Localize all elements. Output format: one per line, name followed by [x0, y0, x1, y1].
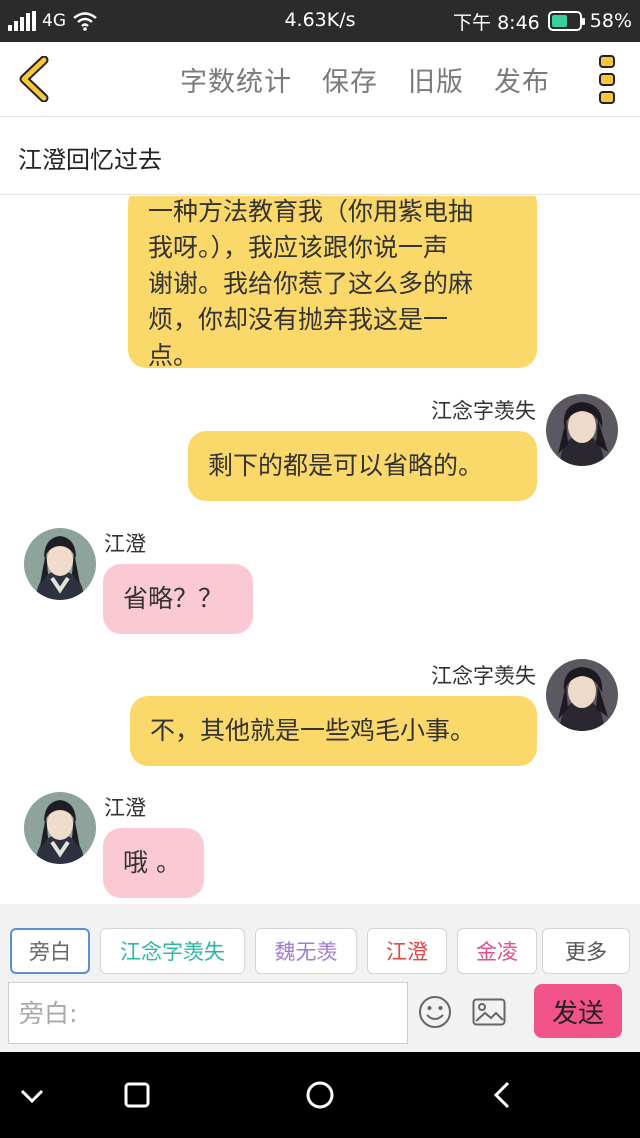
chevron-left-icon[interactable] [14, 56, 54, 102]
chevron-down-icon[interactable] [14, 1077, 50, 1113]
message-bubble[interactable]: 不，其他就是一些鸡毛小事。 [130, 696, 537, 766]
story-title[interactable]: 江澄回忆过去 [18, 140, 162, 175]
message-bubble[interactable]: 剩下的都是可以省略的。 [188, 431, 537, 501]
image-icon[interactable] [472, 998, 506, 1026]
role-more-button[interactable]: 更多 [542, 928, 630, 974]
avatar[interactable] [546, 394, 618, 466]
avatar-image [24, 528, 96, 600]
input-row: 发送 [0, 976, 640, 1052]
message-text: 剩下的都是可以省略的。 [208, 451, 484, 480]
battery-icon [547, 11, 585, 31]
back-triangle-icon[interactable] [486, 1077, 522, 1113]
message-text: 不，其他就是一些鸡毛小事。 [150, 716, 476, 745]
editor-toolbar: 字数统计 保存 旧版 发布 [0, 42, 640, 117]
message-text: 哦 。 [123, 848, 181, 877]
word-count-button[interactable]: 字数统计 [180, 60, 292, 99]
avatar-image [546, 659, 618, 731]
publish-button[interactable]: 发布 [494, 60, 550, 99]
role-jin-ling[interactable]: 金凌 [457, 928, 537, 974]
avatar[interactable] [24, 792, 96, 864]
status-right: 下午 8:46 58% [453, 0, 632, 42]
save-button[interactable]: 保存 [322, 60, 378, 99]
avatar[interactable] [24, 528, 96, 600]
sender-name: 江念字羡失 [431, 664, 536, 688]
send-button[interactable]: 发送 [534, 984, 622, 1038]
message-input[interactable] [8, 982, 408, 1044]
sender-name: 江念字羡失 [431, 399, 536, 423]
avatar[interactable] [546, 659, 618, 731]
smiley-icon[interactable] [418, 995, 452, 1029]
avatar-image [24, 792, 96, 864]
more-vertical-icon[interactable] [598, 54, 616, 106]
sender-name: 江澄 [104, 532, 146, 556]
role-narrator[interactable]: 旁白 [10, 928, 90, 974]
story-title-bar: 江澄回忆过去 [0, 118, 640, 195]
avatar-image [546, 394, 618, 466]
message-text: 省略？？ [123, 584, 224, 613]
status-bar: 4G 4.63K/s 下午 8:46 58% [0, 0, 640, 42]
sender-name: 江澄 [104, 796, 146, 820]
system-nav-bar [0, 1052, 640, 1138]
role-selector: 旁白 江念字羡失 魏无羡 江澄 金凌 更多 [0, 904, 640, 976]
circle-icon[interactable] [302, 1077, 338, 1113]
clock: 下午 8:46 [453, 11, 540, 34]
message-bubble[interactable]: 哦 。 [103, 828, 204, 898]
old-version-button[interactable]: 旧版 [408, 60, 464, 99]
message-line: 谢谢。我给你惹了这么多的麻 [148, 269, 474, 298]
role-jiang-nian[interactable]: 江念字羡失 [100, 928, 245, 974]
message-line: 烦，你却没有抛弃我这是一 [148, 305, 449, 334]
message-line: 我呀。），我应该跟你说一声 [148, 233, 449, 262]
role-wei-wuxian[interactable]: 魏无羡 [255, 928, 357, 974]
message-bubble[interactable]: 省略？？ [103, 564, 253, 634]
message-line: 点。 [148, 341, 199, 370]
message-bubble[interactable]: 一种方法教育我（你用紫电抽 我呀。），我应该跟你说一声 谢谢。我给你惹了这么多的… [128, 196, 537, 370]
battery-percent: 58% [589, 10, 632, 32]
message-line: 一种方法教育我（你用紫电抽 [148, 197, 474, 226]
square-icon[interactable] [119, 1077, 155, 1113]
chat-area[interactable]: 一种方法教育我（你用紫电抽 我呀。），我应该跟你说一声 谢谢。我给你惹了这么多的… [0, 196, 640, 904]
role-jiang-cheng[interactable]: 江澄 [367, 928, 447, 974]
